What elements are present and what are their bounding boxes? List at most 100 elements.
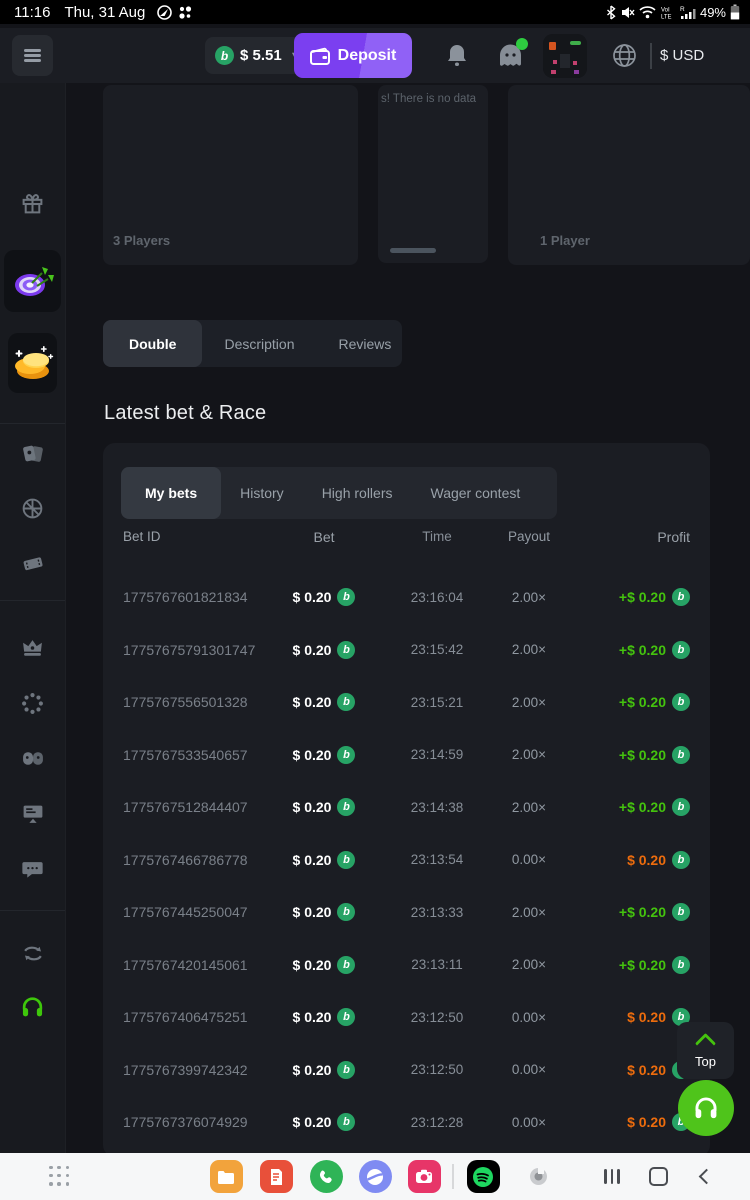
- bet-amount: $ 0.20: [293, 589, 332, 605]
- bet-row[interactable]: 1775767399742342 $ 0.20b 23:12:50 0.00× …: [103, 1044, 710, 1097]
- lottery-ticket-icon: [21, 552, 45, 575]
- bet-row[interactable]: 1775767601821834 $ 0.20b 23:16:04 2.00× …: [103, 571, 710, 624]
- menu-button[interactable]: [12, 35, 53, 76]
- avatar[interactable]: [543, 34, 587, 78]
- bet-id: 1775767512844407: [123, 799, 265, 815]
- bet-amount: $ 0.20: [293, 904, 332, 920]
- tab-history[interactable]: History: [221, 467, 303, 519]
- bet-row[interactable]: 1775767466786778 $ 0.20b 23:13:54 0.00× …: [103, 834, 710, 887]
- bet-row[interactable]: 1775767420145061 $ 0.20b 23:13:11 2.00× …: [103, 939, 710, 992]
- tab-description[interactable]: Description: [202, 320, 316, 367]
- tab-high-rollers[interactable]: High rollers: [303, 467, 412, 519]
- signal-r-icon: R: [680, 5, 696, 20]
- coin-icon: b: [337, 1061, 355, 1079]
- bonus-ring-icon: [21, 692, 44, 715]
- app-dots-icon: [178, 5, 192, 20]
- scroll-to-top-button[interactable]: Top: [677, 1022, 734, 1079]
- coin-icon: b: [672, 956, 690, 974]
- sidebar-item-support[interactable]: [0, 986, 65, 1028]
- bet-time: 23:13:33: [411, 905, 464, 920]
- language-button[interactable]: [611, 28, 637, 83]
- back-button[interactable]: [690, 1153, 722, 1200]
- sidebar-item-bonus[interactable]: [0, 683, 65, 723]
- bet-profit: $ 0.20: [627, 852, 666, 868]
- wallet-icon: [310, 47, 330, 65]
- sidebar-item-swap[interactable]: [0, 933, 65, 973]
- files-app[interactable]: [208, 1153, 244, 1200]
- bet-row[interactable]: 17757675791301747 $ 0.20b 23:15:42 2.00×…: [103, 624, 710, 677]
- coin-icon: b: [337, 1008, 355, 1026]
- bet-amount: $ 0.20: [293, 1009, 332, 1025]
- home-button[interactable]: [642, 1153, 674, 1200]
- sidebar-item-fairness[interactable]: [0, 793, 65, 833]
- sidebar-item-gift[interactable]: [0, 183, 65, 223]
- sidebar-item-forum[interactable]: [0, 849, 65, 889]
- apps-grid-button[interactable]: [46, 1153, 74, 1200]
- chat-button[interactable]: [496, 28, 524, 83]
- app-header: b $ 5.51 ▼ Deposit $ USD: [0, 28, 750, 83]
- coin-icon: b: [672, 641, 690, 659]
- camera-app[interactable]: [406, 1153, 442, 1200]
- bet-profit: +$ 0.20: [619, 957, 666, 973]
- bet-id: 1775767533540657: [123, 747, 265, 763]
- sidebar-item-rewards[interactable]: [0, 337, 65, 391]
- bet-row[interactable]: 1775767556501328 $ 0.20b 23:15:21 2.00× …: [103, 676, 710, 729]
- spotify-app[interactable]: [464, 1153, 502, 1200]
- bet-payout: 2.00×: [512, 642, 546, 657]
- sidebar-separator: [0, 910, 65, 911]
- bet-amount: $ 0.20: [293, 1062, 332, 1078]
- notifications-button[interactable]: [444, 28, 470, 83]
- svg-text:LTE: LTE: [661, 14, 672, 20]
- phone-app-icon: [310, 1160, 343, 1193]
- coin-icon: b: [337, 956, 355, 974]
- sidebar-item-sports[interactable]: [0, 488, 65, 528]
- sidebar-item-lottery[interactable]: [0, 543, 65, 583]
- game-card-left[interactable]: 3 Players: [103, 85, 358, 265]
- bet-row[interactable]: 1775767445250047 $ 0.20b 23:13:33 2.00× …: [103, 886, 710, 939]
- bet-row[interactable]: 1775767512844407 $ 0.20b 23:14:38 2.00× …: [103, 781, 710, 834]
- support-fab[interactable]: [678, 1080, 734, 1136]
- battery-percent: 49%: [700, 5, 726, 20]
- bets-table-body: 1775767601821834 $ 0.20b 23:16:04 2.00× …: [103, 571, 710, 1149]
- tab-double[interactable]: Double: [103, 320, 202, 367]
- browser-app-icon: [359, 1160, 392, 1193]
- tab-my-bets[interactable]: My bets: [121, 467, 221, 519]
- balance-amount: $ 5.51: [240, 47, 282, 64]
- bet-time: 23:14:59: [411, 747, 464, 762]
- recents-button[interactable]: [596, 1153, 628, 1200]
- globe-icon: [612, 43, 637, 68]
- gold-coins-icon: [10, 341, 56, 387]
- col-time: Time: [422, 529, 452, 545]
- deposit-button[interactable]: Deposit: [294, 33, 412, 78]
- browser-app[interactable]: [357, 1153, 393, 1200]
- back-icon: [698, 1169, 714, 1185]
- players-count-label: 3 Players: [113, 233, 170, 248]
- bet-amount: $ 0.20: [293, 642, 332, 658]
- bet-payout: 2.00×: [512, 695, 546, 710]
- notes-app[interactable]: [258, 1153, 294, 1200]
- game-card-middle[interactable]: s! There is no data: [378, 85, 488, 263]
- tab-wager-contest[interactable]: Wager contest: [412, 467, 540, 519]
- secondary-app[interactable]: [525, 1153, 551, 1200]
- bet-amount: $ 0.20: [293, 957, 332, 973]
- game-card-right[interactable]: 1 Player: [508, 85, 750, 265]
- tab-reviews[interactable]: Reviews: [316, 320, 413, 367]
- bet-payout: 2.00×: [512, 590, 546, 605]
- sidebar-item-casino[interactable]: [0, 433, 65, 473]
- sidebar-item-tasks-active[interactable]: [0, 253, 65, 309]
- sidebar-item-vip[interactable]: [0, 627, 65, 667]
- volte-icon: VoILTE: [660, 5, 676, 20]
- col-bet-id: Bet ID: [123, 529, 268, 545]
- bet-profit: +$ 0.20: [619, 589, 666, 605]
- sidebar-item-refer[interactable]: [0, 738, 65, 778]
- bet-row[interactable]: 1775767406475251 $ 0.20b 23:12:50 0.00× …: [103, 991, 710, 1044]
- camera-app-icon: [408, 1160, 441, 1193]
- bet-profit: $ 0.20: [627, 1009, 666, 1025]
- notification-badge-icon: [157, 5, 172, 20]
- phone-app[interactable]: [308, 1153, 344, 1200]
- bet-row[interactable]: 1775767533540657 $ 0.20b 23:14:59 2.00× …: [103, 729, 710, 782]
- col-payout: Payout: [508, 529, 550, 545]
- bet-row[interactable]: 1775767376074929 $ 0.20b 23:12:28 0.00× …: [103, 1096, 710, 1149]
- currency-selector[interactable]: $ USD: [660, 28, 704, 83]
- bet-id: 1775767466786778: [123, 852, 265, 868]
